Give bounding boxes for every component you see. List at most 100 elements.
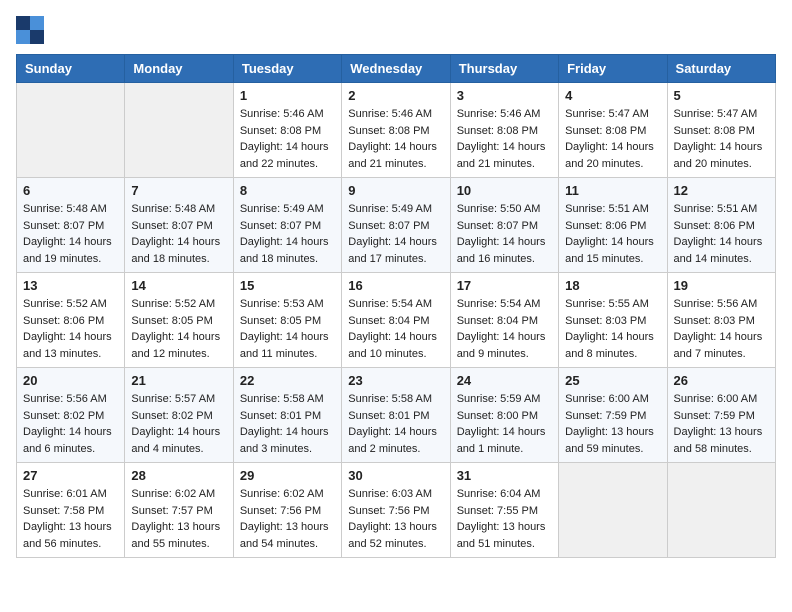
calendar-cell: 11 Sunrise: 5:51 AM Sunset: 8:06 PM Dayli… [559,178,667,273]
day-info: Sunrise: 5:46 AM Sunset: 8:08 PM Dayligh… [240,106,335,172]
day-number: 26 [674,373,769,388]
day-info: Sunrise: 5:58 AM Sunset: 8:01 PM Dayligh… [240,391,335,457]
day-info: Sunrise: 5:59 AM Sunset: 8:00 PM Dayligh… [457,391,552,457]
week-row-3: 13 Sunrise: 5:52 AM Sunset: 8:06 PM Dayli… [17,273,776,368]
day-info: Sunrise: 5:46 AM Sunset: 8:08 PM Dayligh… [457,106,552,172]
calendar-cell: 24 Sunrise: 5:59 AM Sunset: 8:00 PM Dayli… [450,368,558,463]
day-number: 21 [131,373,226,388]
day-number: 20 [23,373,118,388]
calendar-cell: 10Sunrise: 5:50 AM Sunset: 8:07 PM Dayli… [450,178,558,273]
day-number: 9 [348,183,443,198]
calendar-cell: 1Sunrise: 5:46 AM Sunset: 8:08 PM Daylig… [233,83,341,178]
calendar-cell: 26 Sunrise: 6:00 AM Sunset: 7:59 PM Dayli… [667,368,775,463]
day-info: Sunrise: 5:50 AM Sunset: 8:07 PM Dayligh… [457,201,552,267]
day-number: 28 [131,468,226,483]
day-number: 23 [348,373,443,388]
day-number: 19 [674,278,769,293]
calendar-cell: 21Sunrise: 5:57 AM Sunset: 8:02 PM Dayli… [125,368,233,463]
calendar-cell [667,463,775,558]
day-number: 2 [348,88,443,103]
day-number: 8 [240,183,335,198]
day-info: Sunrise: 5:48 AM Sunset: 8:07 PM Dayligh… [131,201,226,267]
week-row-2: 6 Sunrise: 5:48 AM Sunset: 8:07 PM Daylig… [17,178,776,273]
calendar-cell: 13 Sunrise: 5:52 AM Sunset: 8:06 PM Dayli… [17,273,125,368]
day-info: Sunrise: 6:00 AM Sunset: 7:59 PM Dayligh… [674,391,769,457]
calendar-cell: 19 Sunrise: 5:56 AM Sunset: 8:03 PM Dayli… [667,273,775,368]
header-day-saturday: Saturday [667,55,775,83]
page-header [16,16,776,44]
calendar-cell: 25Sunrise: 6:00 AM Sunset: 7:59 PM Dayli… [559,368,667,463]
calendar-cell: 28Sunrise: 6:02 AM Sunset: 7:57 PM Dayli… [125,463,233,558]
calendar-body: 1Sunrise: 5:46 AM Sunset: 8:08 PM Daylig… [17,83,776,558]
day-info: Sunrise: 5:54 AM Sunset: 8:04 PM Dayligh… [348,296,443,362]
header-row: SundayMondayTuesdayWednesdayThursdayFrid… [17,55,776,83]
day-number: 18 [565,278,660,293]
logo [16,16,48,44]
day-number: 22 [240,373,335,388]
day-number: 27 [23,468,118,483]
day-number: 3 [457,88,552,103]
calendar-header: SundayMondayTuesdayWednesdayThursdayFrid… [17,55,776,83]
week-row-1: 1Sunrise: 5:46 AM Sunset: 8:08 PM Daylig… [17,83,776,178]
day-number: 31 [457,468,552,483]
day-info: Sunrise: 5:47 AM Sunset: 8:08 PM Dayligh… [674,106,769,172]
header-day-tuesday: Tuesday [233,55,341,83]
day-info: Sunrise: 6:02 AM Sunset: 7:56 PM Dayligh… [240,486,335,552]
day-info: Sunrise: 5:51 AM Sunset: 8:06 PM Dayligh… [565,201,660,267]
day-info: Sunrise: 5:47 AM Sunset: 8:08 PM Dayligh… [565,106,660,172]
day-info: Sunrise: 5:55 AM Sunset: 8:03 PM Dayligh… [565,296,660,362]
calendar-cell [559,463,667,558]
header-day-wednesday: Wednesday [342,55,450,83]
day-info: Sunrise: 6:03 AM Sunset: 7:56 PM Dayligh… [348,486,443,552]
day-number: 29 [240,468,335,483]
day-number: 17 [457,278,552,293]
day-info: Sunrise: 5:52 AM Sunset: 8:06 PM Dayligh… [23,296,118,362]
day-number: 7 [131,183,226,198]
week-row-5: 27Sunrise: 6:01 AM Sunset: 7:58 PM Dayli… [17,463,776,558]
calendar-cell: 14Sunrise: 5:52 AM Sunset: 8:05 PM Dayli… [125,273,233,368]
calendar-cell: 7 Sunrise: 5:48 AM Sunset: 8:07 PM Daylig… [125,178,233,273]
header-day-sunday: Sunday [17,55,125,83]
calendar-cell: 18 Sunrise: 5:55 AM Sunset: 8:03 PM Dayli… [559,273,667,368]
calendar-cell [17,83,125,178]
day-number: 12 [674,183,769,198]
calendar-cell: 31 Sunrise: 6:04 AM Sunset: 7:55 PM Dayli… [450,463,558,558]
week-row-4: 20 Sunrise: 5:56 AM Sunset: 8:02 PM Dayli… [17,368,776,463]
day-number: 15 [240,278,335,293]
header-day-friday: Friday [559,55,667,83]
day-number: 25 [565,373,660,388]
calendar-cell: 22 Sunrise: 5:58 AM Sunset: 8:01 PM Dayli… [233,368,341,463]
calendar-cell: 4 Sunrise: 5:47 AM Sunset: 8:08 PM Daylig… [559,83,667,178]
calendar-cell: 23Sunrise: 5:58 AM Sunset: 8:01 PM Dayli… [342,368,450,463]
calendar-cell: 9 Sunrise: 5:49 AM Sunset: 8:07 PM Daylig… [342,178,450,273]
day-info: Sunrise: 6:04 AM Sunset: 7:55 PM Dayligh… [457,486,552,552]
day-number: 30 [348,468,443,483]
day-number: 4 [565,88,660,103]
calendar-cell: 12 Sunrise: 5:51 AM Sunset: 8:06 PM Dayli… [667,178,775,273]
day-number: 6 [23,183,118,198]
calendar-cell [125,83,233,178]
calendar-cell: 20 Sunrise: 5:56 AM Sunset: 8:02 PM Dayli… [17,368,125,463]
day-number: 24 [457,373,552,388]
day-info: Sunrise: 5:56 AM Sunset: 8:02 PM Dayligh… [23,391,118,457]
calendar-cell: 6Sunrise: 5:48 AM Sunset: 8:07 PM Daylig… [17,178,125,273]
header-day-monday: Monday [125,55,233,83]
day-info: Sunrise: 5:49 AM Sunset: 8:07 PM Dayligh… [348,201,443,267]
day-number: 13 [23,278,118,293]
calendar-cell: 15Sunrise: 5:53 AM Sunset: 8:05 PM Dayli… [233,273,341,368]
calendar-cell: 27Sunrise: 6:01 AM Sunset: 7:58 PM Dayli… [17,463,125,558]
day-info: Sunrise: 5:49 AM Sunset: 8:07 PM Dayligh… [240,201,335,267]
day-info: Sunrise: 5:52 AM Sunset: 8:05 PM Dayligh… [131,296,226,362]
day-number: 5 [674,88,769,103]
calendar-cell: 5 Sunrise: 5:47 AM Sunset: 8:08 PM Daylig… [667,83,775,178]
header-day-thursday: Thursday [450,55,558,83]
day-number: 11 [565,183,660,198]
day-info: Sunrise: 5:51 AM Sunset: 8:06 PM Dayligh… [674,201,769,267]
calendar-cell: 3 Sunrise: 5:46 AM Sunset: 8:08 PM Daylig… [450,83,558,178]
calendar-cell: 17Sunrise: 5:54 AM Sunset: 8:04 PM Dayli… [450,273,558,368]
day-info: Sunrise: 5:56 AM Sunset: 8:03 PM Dayligh… [674,296,769,362]
logo-icon [16,16,44,44]
calendar-cell: 29 Sunrise: 6:02 AM Sunset: 7:56 PM Dayli… [233,463,341,558]
calendar-cell: 16Sunrise: 5:54 AM Sunset: 8:04 PM Dayli… [342,273,450,368]
calendar-table: SundayMondayTuesdayWednesdayThursdayFrid… [16,54,776,558]
